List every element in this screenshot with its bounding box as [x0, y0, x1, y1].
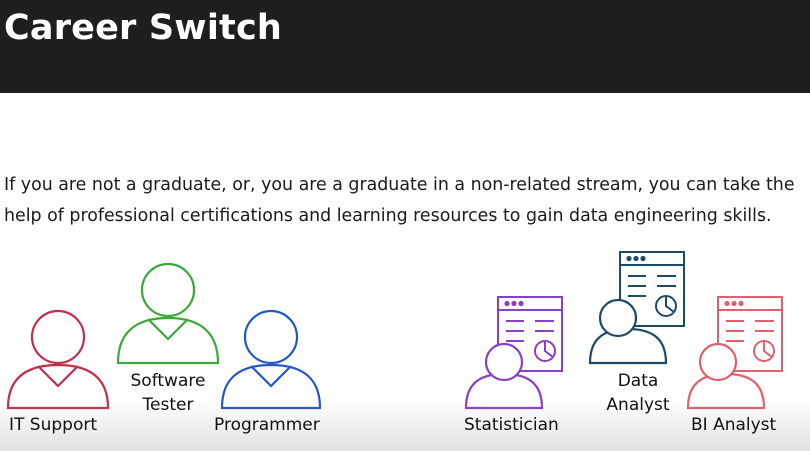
programmer-label: Programmer — [214, 415, 320, 435]
data-analyst-label: Data Analyst — [596, 369, 680, 417]
statistician-label: Statistician — [464, 415, 559, 435]
software-tester-label-line-2: Tester — [142, 395, 194, 415]
data-analyst-label-line-2: Analyst — [606, 395, 670, 415]
data-analyst-label-line-1: Data — [617, 371, 659, 391]
software-tester-person-icon — [116, 262, 220, 365]
programmer-person-icon — [220, 309, 322, 410]
it-support-person-icon — [6, 309, 110, 410]
software-tester-label: Software Tester — [122, 369, 214, 417]
it-support-label: IT Support — [9, 415, 98, 435]
software-tester-label-line-1: Software — [130, 371, 206, 391]
bi-analyst-label: BI Analyst — [691, 415, 777, 435]
